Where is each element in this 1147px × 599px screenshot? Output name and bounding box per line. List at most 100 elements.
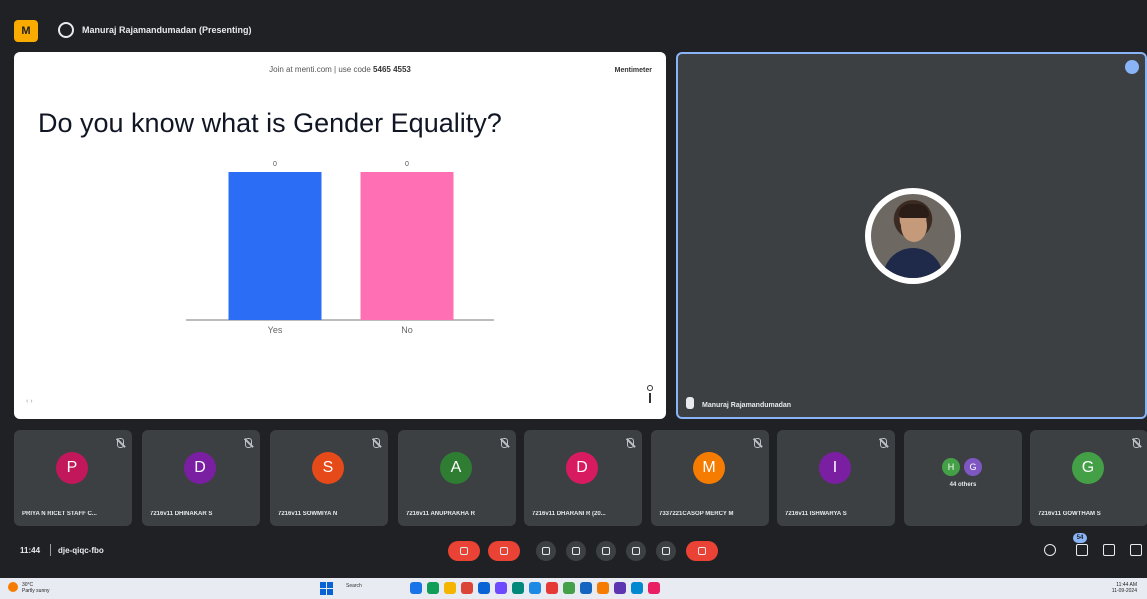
others-avatar: G (964, 458, 982, 476)
weather-widget[interactable]: 30°C Partly sunny (22, 582, 50, 594)
participant-tile[interactable]: S 7216v11 SOWMIYA N (270, 430, 388, 526)
participant-avatar: G (1072, 452, 1104, 484)
captions-icon (542, 547, 550, 555)
participant-avatar: A (440, 452, 472, 484)
more-vert-icon (662, 547, 670, 555)
present-button[interactable] (596, 541, 616, 561)
chart-data-label: 0 (405, 161, 409, 168)
presenting-icon (58, 22, 74, 38)
top-bar: M Manuraj Rajamandumadan (Presenting) (0, 0, 1147, 46)
participant-tile[interactable]: M 7337221CASOP MERCY M (651, 430, 769, 526)
more-options-button[interactable] (656, 541, 676, 561)
others-label: 44 others (949, 482, 977, 488)
taskbar-search[interactable]: Search (346, 583, 388, 594)
presenter-photo (871, 194, 955, 278)
present-icon (602, 547, 610, 555)
taskbar-app-icon[interactable] (410, 582, 422, 594)
participant-tile[interactable]: D 7216v11 DHARANI R (20... (524, 430, 642, 526)
mic-off-icon (627, 438, 634, 448)
taskbar-app-icon[interactable] (631, 582, 643, 594)
participant-avatar: D (566, 452, 598, 484)
meet-logo-icon[interactable]: M (14, 20, 38, 42)
taskbar-app-icon[interactable] (512, 582, 524, 594)
mic-off-icon (117, 438, 124, 448)
info-icon[interactable] (1044, 544, 1056, 556)
separator (50, 544, 51, 556)
participant-tile[interactable]: P PRIYA N RICET STAFF C... (14, 430, 132, 526)
mic-icon (686, 397, 694, 409)
meet-window: M Manuraj Rajamandumadan (Presenting) Jo… (0, 0, 1147, 599)
chart-category-label: Yes (268, 325, 283, 335)
weather-icon[interactable] (8, 582, 18, 592)
participant-name: 7216v11 SOWMIYA N (278, 511, 338, 517)
taskbar-app-icon[interactable] (563, 582, 575, 594)
taskbar-app-icon[interactable] (427, 582, 439, 594)
presenting-label: Manuraj Rajamandumadan (Presenting) (82, 25, 252, 35)
others-tile[interactable]: H G 44 others (904, 430, 1022, 526)
windows-start-icon[interactable] (320, 582, 333, 595)
taskbar-app-icon[interactable] (529, 582, 541, 594)
mic-off-icon (245, 438, 252, 448)
taskbar-app-icon[interactable] (495, 582, 507, 594)
mic-toggle-button[interactable] (448, 541, 480, 561)
presenter-avatar (865, 188, 961, 284)
chart-bar-yes (228, 172, 322, 320)
chart-bar-no (360, 172, 454, 320)
system-tray[interactable]: 11:44 AM 11-09-2024 (1112, 582, 1137, 594)
participant-avatar: D (184, 452, 216, 484)
slide-nav[interactable]: ‹ › (26, 398, 33, 405)
taskbar-app-icon[interactable] (597, 582, 609, 594)
captions-button[interactable] (536, 541, 556, 561)
emoji-button[interactable] (566, 541, 586, 561)
participant-avatar: M (693, 452, 725, 484)
participant-name: 7216v11 DHARANI R (20... (532, 511, 606, 517)
hand-icon (632, 547, 640, 555)
participant-name: 7337221CASOP MERCY M (659, 511, 734, 517)
participant-name: PRIYA N RICET STAFF C... (22, 511, 97, 517)
call-end-icon (698, 547, 706, 555)
chart-category-label: No (401, 325, 413, 335)
taskbar-app-icon[interactable] (614, 582, 626, 594)
mic-off-icon (754, 438, 761, 448)
raise-hand-button[interactable] (626, 541, 646, 561)
presenter-tile[interactable]: Manuraj Rajamandumadan (676, 52, 1147, 419)
participant-avatar: P (56, 452, 88, 484)
taskbar-app-icon[interactable] (580, 582, 592, 594)
leave-call-button[interactable] (686, 541, 718, 561)
camera-toggle-button[interactable] (488, 541, 520, 561)
poll-chart: 0 Yes 0 No (186, 161, 494, 335)
people-icon[interactable] (1076, 544, 1088, 556)
chart-data-label: 0 (273, 161, 277, 168)
participant-name: 7216v11 ISHWARYA S (785, 511, 847, 517)
participant-name: 7216v11 GOWTHAM S (1038, 511, 1101, 517)
shared-slide: Join at menti.com | use code 5465 4553 M… (14, 52, 666, 419)
taskbar-app-icon[interactable] (648, 582, 660, 594)
mic-off-icon (501, 438, 508, 448)
participant-tile[interactable]: I 7216v11 ISHWARYA S (777, 430, 895, 526)
meeting-code: dje-qiqc-fbo (58, 546, 104, 555)
participant-name: 7216v11 ANUPRAKHA R (406, 511, 475, 517)
participant-count-badge: 54 (1073, 533, 1087, 543)
taskbar-app-icon[interactable] (444, 582, 456, 594)
presenter-name: Manuraj Rajamandumadan (702, 402, 792, 409)
mic-off-icon (1133, 438, 1140, 448)
participant-name: 7216v11 DHINAKAR S (150, 511, 213, 517)
activities-icon[interactable] (1130, 544, 1142, 556)
participant-icon (645, 385, 655, 405)
windows-taskbar: 30°C Partly sunny Search 11:44 AM 11-09-… (0, 578, 1147, 599)
participant-tile[interactable]: D 7216v11 DHINAKAR S (142, 430, 260, 526)
mic-off-icon (880, 438, 887, 448)
emoji-icon (572, 547, 580, 555)
weather-desc: Partly sunny (22, 588, 50, 594)
taskbar-app-icon[interactable] (461, 582, 473, 594)
participant-avatar: I (819, 452, 851, 484)
participant-tile[interactable]: G 7216v11 GOWTHAM S (1030, 430, 1147, 526)
pin-icon[interactable] (1125, 60, 1139, 74)
taskbar-app-icon[interactable] (546, 582, 558, 594)
tray-date: 11-09-2024 (1111, 588, 1137, 594)
others-avatar: H (942, 458, 960, 476)
meeting-time: 11:44 (20, 546, 41, 555)
chat-icon[interactable] (1103, 544, 1115, 556)
participant-tile[interactable]: A 7216v11 ANUPRAKHA R (398, 430, 516, 526)
taskbar-app-icon[interactable] (478, 582, 490, 594)
